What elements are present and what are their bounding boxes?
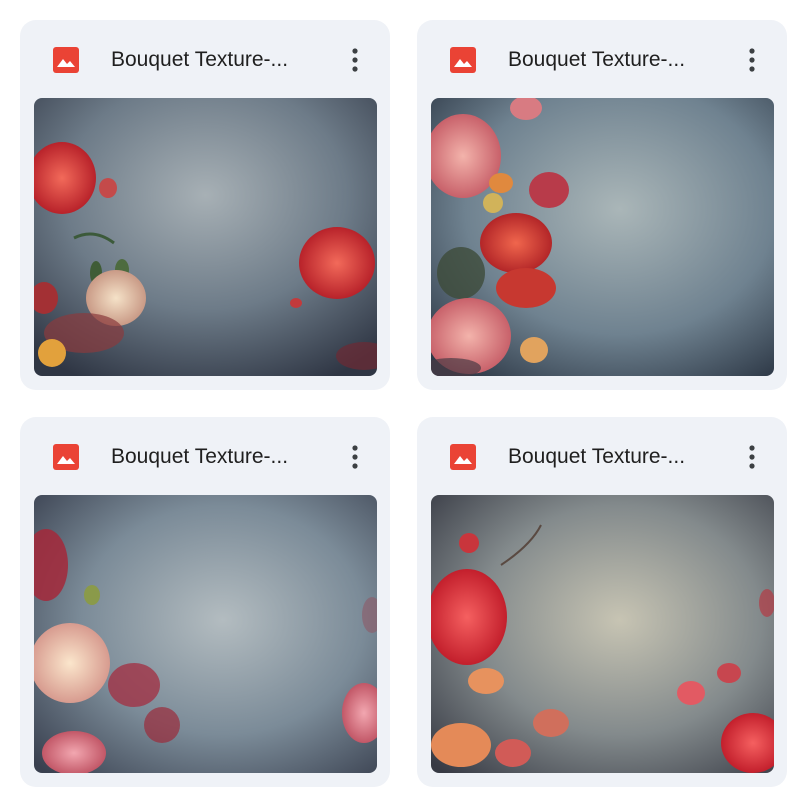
file-card-header[interactable]: Bouquet Texture-... — [20, 417, 390, 495]
file-thumbnail[interactable] — [34, 495, 377, 773]
image-file-icon — [53, 47, 79, 73]
file-title: Bouquet Texture-... — [508, 48, 686, 71]
file-card[interactable]: Bouquet Texture-... — [417, 417, 787, 787]
file-card-header[interactable]: Bouquet Texture-... — [417, 20, 787, 98]
image-file-icon — [53, 444, 79, 470]
floral-texture-image — [431, 495, 774, 773]
floral-texture-image — [34, 495, 377, 773]
more-options-button[interactable] — [735, 441, 769, 473]
floral-texture-image — [431, 98, 774, 376]
file-thumbnail[interactable] — [431, 98, 774, 376]
file-title: Bouquet Texture-... — [111, 48, 289, 71]
file-title: Bouquet Texture-... — [111, 445, 289, 468]
more-options-button[interactable] — [338, 441, 372, 473]
file-card-header[interactable]: Bouquet Texture-... — [20, 20, 390, 98]
file-card-header[interactable]: Bouquet Texture-... — [417, 417, 787, 495]
image-file-icon — [450, 47, 476, 73]
more-vert-icon — [352, 445, 358, 469]
file-card[interactable]: Bouquet Texture-... — [417, 20, 787, 390]
more-vert-icon — [749, 445, 755, 469]
more-vert-icon — [749, 48, 755, 72]
more-options-button[interactable] — [735, 44, 769, 76]
file-thumbnail[interactable] — [431, 495, 774, 773]
more-options-button[interactable] — [338, 44, 372, 76]
floral-texture-image — [34, 98, 377, 376]
image-file-icon — [450, 444, 476, 470]
more-vert-icon — [352, 48, 358, 72]
file-card[interactable]: Bouquet Texture-... — [20, 20, 390, 390]
file-thumbnail[interactable] — [34, 98, 377, 376]
file-card[interactable]: Bouquet Texture-... — [20, 417, 390, 787]
file-title: Bouquet Texture-... — [508, 445, 686, 468]
